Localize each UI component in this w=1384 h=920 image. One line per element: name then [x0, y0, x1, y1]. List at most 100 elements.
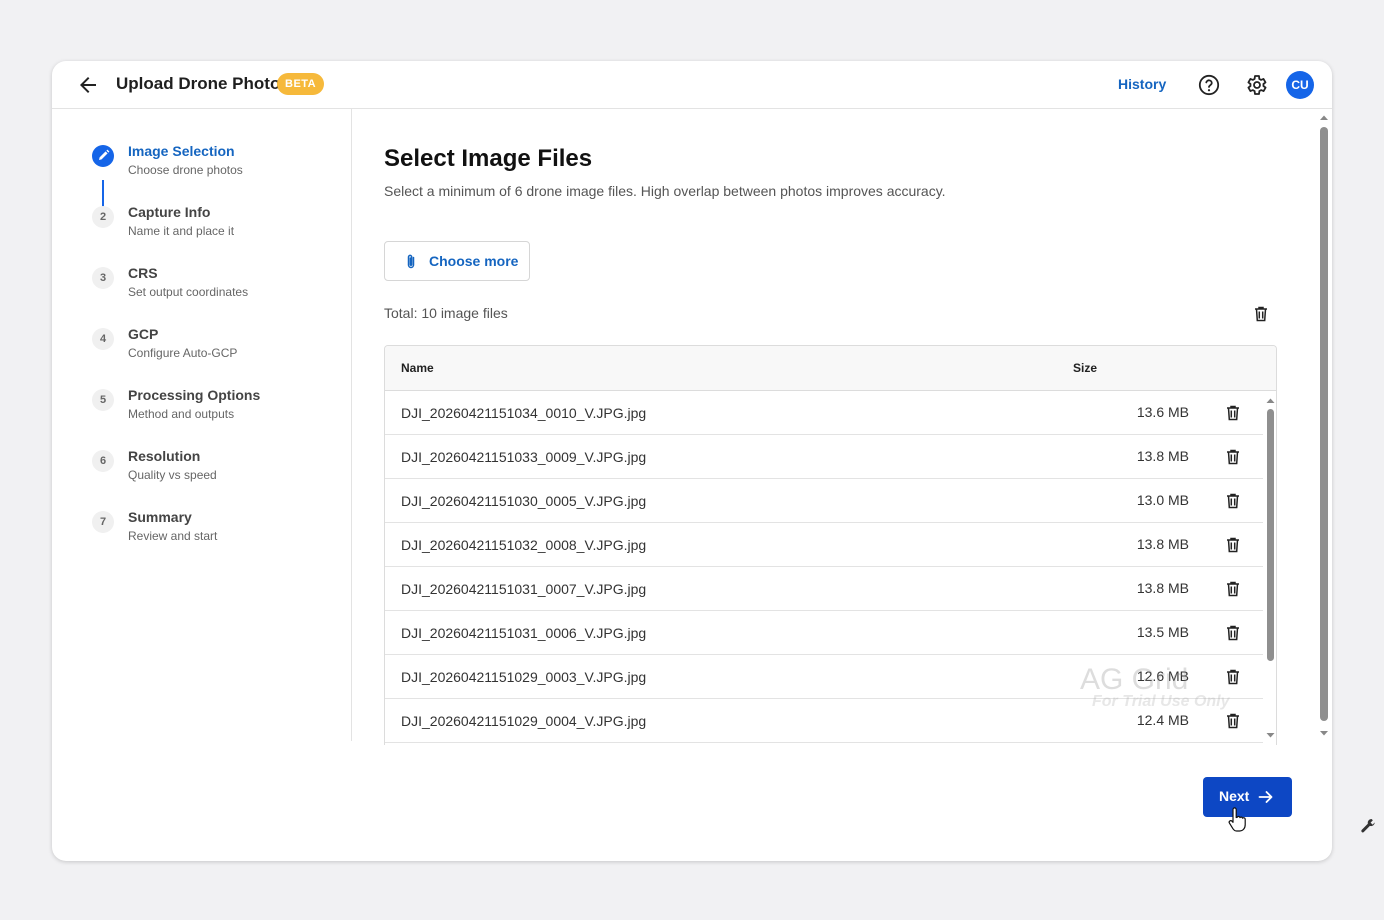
file-name: DJI_20260421151029_0003_V.JPG.jpg	[401, 669, 647, 685]
scroll-up-arrow-icon	[1320, 115, 1328, 120]
step-badge: 5	[92, 389, 114, 411]
gear-icon	[1247, 75, 1267, 95]
file-name: DJI_20260421151034_0010_V.JPG.jpg	[401, 405, 647, 421]
history-link[interactable]: History	[1118, 76, 1166, 92]
step-sub: Method and outputs	[128, 407, 235, 421]
step-crs[interactable]: 3 CRS Set output coordinates	[92, 263, 332, 313]
choose-more-button[interactable]: Choose more	[384, 241, 530, 281]
file-size: 13.8 MB	[1136, 536, 1189, 552]
delete-all-button[interactable]	[1251, 304, 1271, 324]
delete-row-button[interactable]	[1223, 711, 1243, 731]
next-button[interactable]: Next	[1203, 777, 1292, 817]
scroll-up-arrow-icon	[1266, 398, 1275, 403]
table-row[interactable]: DJI_20260421151029_0004_V.JPG.jpg 12.4 M…	[385, 699, 1263, 743]
trash-icon	[1227, 449, 1239, 465]
dialog-header: Upload Drone Photos BETA History CU	[52, 61, 1332, 109]
file-name: DJI_20260421151031_0007_V.JPG.jpg	[401, 581, 647, 597]
file-size: 13.5 MB	[1136, 624, 1189, 640]
choose-more-label: Choose more	[429, 253, 519, 269]
trash-icon	[1227, 669, 1239, 685]
paperclip-icon	[407, 254, 415, 269]
upload-dialog: Upload Drone Photos BETA History CU Imag…	[52, 61, 1332, 861]
step-badge: 2	[92, 206, 114, 228]
next-label: Next	[1219, 788, 1250, 804]
grid-header: Name Size	[385, 346, 1276, 391]
page-scrollbar-thumb[interactable]	[1320, 127, 1328, 721]
table-row[interactable]: DJI_20260421151030_0005_V.JPG.jpg 13.0 M…	[385, 479, 1263, 523]
file-name: DJI_20260421151030_0005_V.JPG.jpg	[401, 493, 647, 509]
delete-row-button[interactable]	[1223, 579, 1243, 599]
step-gcp[interactable]: 4 GCP Configure Auto-GCP	[92, 324, 332, 374]
step-image-selection[interactable]: Image Selection Choose drone photos	[92, 141, 332, 191]
file-name: DJI_20260421151033_0009_V.JPG.jpg	[401, 449, 647, 465]
file-size: 13.0 MB	[1136, 492, 1189, 508]
trash-icon	[1227, 713, 1239, 729]
trash-icon	[1227, 537, 1239, 553]
file-name: DJI_20260421151029_0004_V.JPG.jpg	[401, 713, 647, 729]
delete-row-button[interactable]	[1223, 403, 1243, 423]
file-name: DJI_20260421151031_0006_V.JPG.jpg	[401, 625, 647, 641]
file-size: 13.6 MB	[1136, 404, 1189, 420]
file-grid: Name Size DJI_20260421151034_0010_V.JPG.…	[384, 345, 1277, 745]
file-size: 13.8 MB	[1136, 580, 1189, 596]
stepper-sidebar: Image Selection Choose drone photos 2 Ca…	[52, 109, 352, 741]
table-row[interactable]: DJI_20260421151029_0003_V.JPG.jpg 12.6 M…	[385, 655, 1263, 699]
trash-icon	[1227, 625, 1239, 641]
step-sub: Configure Auto-GCP	[128, 346, 238, 360]
step-sub: Review and start	[128, 529, 218, 543]
table-row[interactable]: DJI_20260421151031_0006_V.JPG.jpg 13.5 M…	[385, 611, 1263, 655]
column-header-size[interactable]: Size	[1073, 361, 1097, 375]
step-label: Summary	[128, 509, 192, 525]
section-description: Select a minimum of 6 drone image files.…	[384, 183, 946, 199]
arrow-back-icon	[80, 77, 96, 93]
pencil-icon	[99, 149, 110, 160]
file-size: 13.8 MB	[1136, 448, 1189, 464]
trash-icon	[1227, 581, 1239, 597]
step-processing-options[interactable]: 5 Processing Options Method and outputs	[92, 385, 332, 435]
table-row[interactable]: DJI_20260421151033_0009_V.JPG.jpg 13.8 M…	[385, 435, 1263, 479]
table-row[interactable]: DJI_20260421151032_0008_V.JPG.jpg 13.8 M…	[385, 523, 1263, 567]
step-sub: Name it and place it	[128, 224, 235, 238]
step-label: GCP	[128, 326, 159, 342]
step-label: Image Selection	[128, 143, 235, 159]
table-row[interactable]: DJI_20260421151031_0007_V.JPG.jpg 13.8 M…	[385, 567, 1263, 611]
step-resolution[interactable]: 6 Resolution Quality vs speed	[92, 446, 332, 496]
column-header-name[interactable]: Name	[401, 361, 434, 375]
avatar[interactable]: CU	[1286, 71, 1314, 99]
step-badge: 4	[92, 328, 114, 350]
delete-row-button[interactable]	[1223, 667, 1243, 687]
scroll-down-arrow-icon	[1320, 731, 1328, 736]
step-label: Resolution	[128, 448, 201, 464]
scroll-down-arrow-icon	[1266, 733, 1275, 738]
wrench-icon[interactable]	[1359, 817, 1377, 835]
step-sub: Quality vs speed	[128, 468, 217, 482]
hand-cursor-icon	[1228, 807, 1246, 832]
delete-row-button[interactable]	[1223, 447, 1243, 467]
delete-row-button[interactable]	[1223, 535, 1243, 555]
step-badge: 7	[92, 511, 114, 533]
section-heading: Select Image Files	[384, 145, 593, 172]
beta-badge: BETA	[277, 73, 325, 95]
step-label: Processing Options	[128, 387, 261, 403]
delete-row-button[interactable]	[1223, 491, 1243, 511]
page-title: Upload Drone Photos	[116, 74, 290, 93]
table-row[interactable]: DJI_20260421151034_0010_V.JPG.jpg 13.6 M…	[385, 391, 1263, 435]
arrow-forward-icon	[1258, 791, 1273, 803]
step-capture-info[interactable]: 2 Capture Info Name it and place it	[92, 202, 332, 252]
main-content: Select Image Files Select a minimum of 6…	[352, 109, 1332, 745]
step-sub: Choose drone photos	[128, 163, 243, 177]
help-button[interactable]	[1197, 73, 1221, 97]
trash-icon	[1227, 493, 1239, 509]
delete-row-button[interactable]	[1223, 623, 1243, 643]
help-circle-icon	[1198, 74, 1220, 96]
trash-icon	[1227, 405, 1239, 421]
step-badge: 3	[92, 267, 114, 289]
grid-scrollbar[interactable]	[1263, 391, 1276, 745]
step-summary[interactable]: 7 Summary Review and start	[92, 507, 332, 557]
settings-button[interactable]	[1244, 73, 1268, 97]
grid-scrollbar-thumb[interactable]	[1267, 409, 1274, 661]
step-label: CRS	[128, 265, 158, 281]
page-scrollbar[interactable]	[1316, 109, 1332, 741]
file-name: DJI_20260421151032_0008_V.JPG.jpg	[401, 537, 647, 553]
back-button[interactable]	[76, 73, 100, 97]
